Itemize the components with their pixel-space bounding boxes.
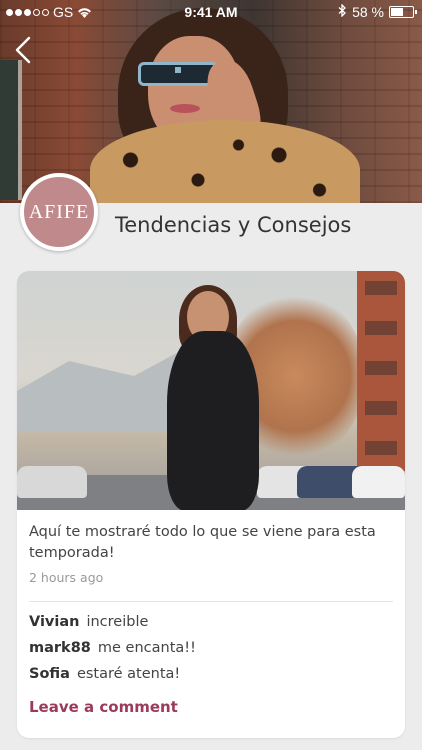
comment-item: Sofia estaré atenta! <box>29 666 393 692</box>
avatar[interactable]: AFIFE <box>20 173 98 251</box>
chevron-left-icon <box>15 36 31 64</box>
comment-item: Vivian increible <box>29 614 393 640</box>
back-button[interactable] <box>12 34 36 66</box>
avatar-text: AFIFE <box>28 200 90 223</box>
comment-text: increible <box>86 614 149 630</box>
post-caption: Aquí te mostraré todo lo que se viene pa… <box>29 524 376 561</box>
post-timestamp: 2 hours ago <box>29 570 104 585</box>
comment-user[interactable]: mark88 <box>29 640 91 656</box>
comment-user[interactable]: Vivian <box>29 614 79 630</box>
status-bar: GS 9:41 AM 58 % <box>0 0 422 24</box>
bluetooth-icon <box>338 3 347 20</box>
comment-list: Vivian increible mark88 me encanta!! Sof… <box>17 602 405 692</box>
battery-icon <box>389 6 417 18</box>
comment-item: mark88 me encanta!! <box>29 640 393 666</box>
comment-text: estaré atenta! <box>76 666 181 682</box>
leave-comment-link[interactable]: Leave a comment <box>29 698 178 716</box>
battery-percent: 58 % <box>352 4 384 20</box>
comment-text: me encanta!! <box>97 640 196 656</box>
comment-user[interactable]: Sofia <box>29 666 70 682</box>
page-title: Tendencias y Consejos <box>115 213 352 237</box>
post-card: Aquí te mostraré todo lo que se viene pa… <box>17 271 405 738</box>
post-photo[interactable] <box>17 271 405 510</box>
